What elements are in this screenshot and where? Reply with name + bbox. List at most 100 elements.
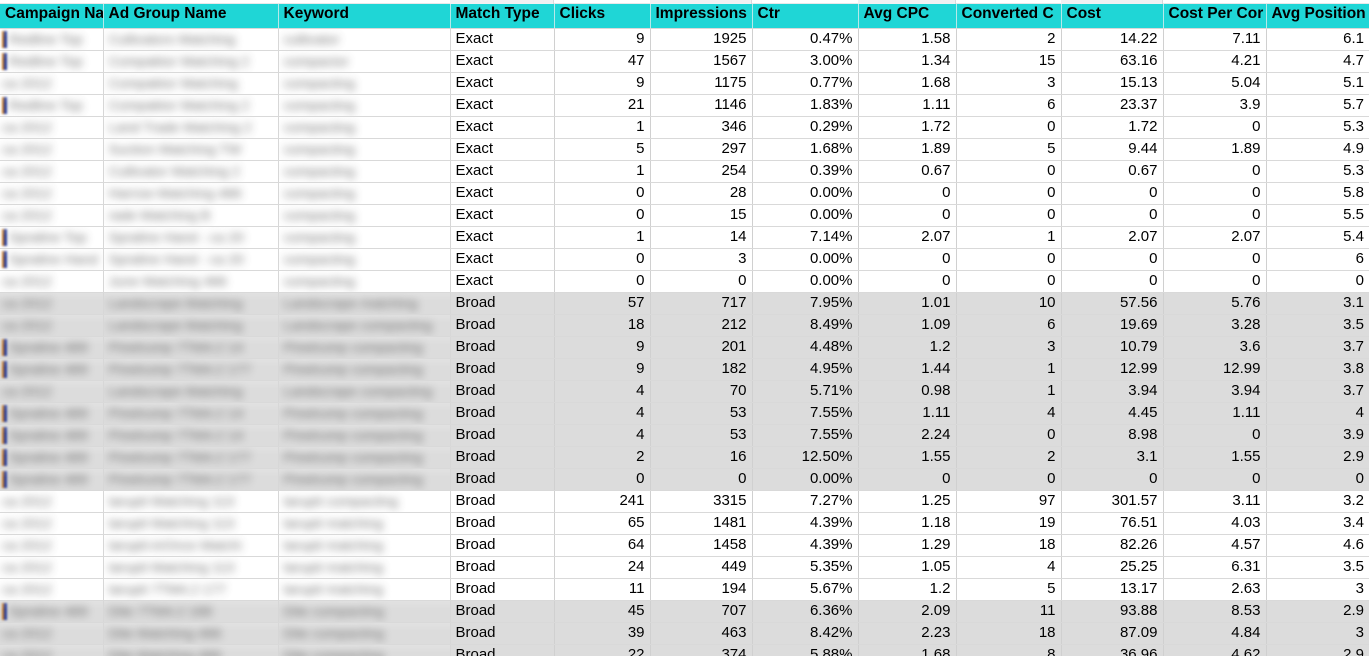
cell-avgcpc[interactable]: 2.23 [858,622,957,645]
cell-conv[interactable]: 2 [956,28,1062,51]
cell-avgcpc[interactable]: 0.98 [858,380,957,403]
cell-cpc_conv[interactable]: 4.84 [1163,622,1267,645]
cell-cost[interactable]: 0 [1061,248,1164,271]
cell-cpc_conv[interactable]: 4.03 [1163,512,1267,535]
cell-conv[interactable]: 0 [956,270,1062,293]
redacted-cell-adgroup[interactable]: tarupit Matching 113 [103,556,279,579]
table-row[interactable]: ca 2012 Landscrape Matching Landscrape mat… [0,292,1369,315]
cell-ctr[interactable]: 5.67% [752,578,859,601]
cell-cpc_conv[interactable]: 1.89 [1163,138,1267,161]
cell-match[interactable]: Broad [450,622,555,645]
cell-avgpos[interactable]: 3.9 [1266,424,1369,447]
column-header-keyword[interactable]: Keyword [278,0,451,29]
redacted-cell-keyword[interactable]: Landscrape matching [278,292,451,315]
cell-cpc_conv[interactable]: 0 [1163,182,1267,205]
table-row[interactable]: ca 2012 Cultivator Matching 2 compacting Ex… [0,160,1369,183]
cell-clicks[interactable]: 39 [554,622,651,645]
cell-conv[interactable]: 97 [956,490,1062,513]
cell-impr[interactable]: 182 [650,358,753,381]
cell-match[interactable]: Exact [450,204,555,227]
table-row[interactable]: Spraline 489 Pinetrump 7TM4.2 177 Pinetrum… [0,446,1369,469]
cell-clicks[interactable]: 0 [554,204,651,227]
cell-cpc_conv[interactable]: 3.9 [1163,94,1267,117]
cell-conv[interactable]: 2 [956,446,1062,469]
column-header-ctr[interactable]: Ctr [752,0,859,29]
cell-conv[interactable]: 4 [956,402,1062,425]
cell-avgcpc[interactable]: 1.29 [858,534,957,557]
cell-avgcpc[interactable]: 1.58 [858,28,957,51]
cell-avgpos[interactable]: 2.9 [1266,644,1369,656]
cell-cost[interactable]: 14.22 [1061,28,1164,51]
cell-avgpos[interactable]: 0 [1266,270,1369,293]
cell-impr[interactable]: 194 [650,578,753,601]
cell-impr[interactable]: 297 [650,138,753,161]
redacted-cell-adgroup[interactable]: Compaktor Matching 2 [103,50,279,73]
cell-impr[interactable]: 1175 [650,72,753,95]
cell-cpc_conv[interactable]: 0 [1163,204,1267,227]
cell-avgcpc[interactable]: 2.07 [858,226,957,249]
cell-ctr[interactable]: 12.50% [752,446,859,469]
redacted-cell-adgroup[interactable]: tarupit Matching 113 [103,490,279,513]
cell-clicks[interactable]: 5 [554,138,651,161]
cell-avgcpc[interactable]: 0 [858,204,957,227]
cell-impr[interactable]: 70 [650,380,753,403]
cell-match[interactable]: Exact [450,248,555,271]
column-header-campaign[interactable]: Campaign Na [0,0,104,29]
redacted-cell-campaign[interactable]: ca 2012 [0,182,104,205]
redacted-cell-keyword[interactable]: compacting [278,270,451,293]
cell-clicks[interactable]: 241 [554,490,651,513]
cell-conv[interactable]: 3 [956,72,1062,95]
table-row[interactable]: ca 2012 tarupit-inOnce Matchi tarupit matc… [0,534,1369,557]
redacted-cell-keyword[interactable]: Landscrape compacting [278,314,451,337]
cell-impr[interactable]: 16 [650,446,753,469]
cell-ctr[interactable]: 8.42% [752,622,859,645]
redacted-cell-adgroup[interactable]: Dite Matching 466 [103,622,279,645]
table-row[interactable]: ca 2012 Suction Matching TW compacting Exac… [0,138,1369,161]
cell-avgcpc[interactable]: 0.67 [858,160,957,183]
table-row[interactable]: Spraline 489 Pinetrump 7TM4.2 177 Pinetrum… [0,358,1369,381]
table-row[interactable]: Spraline Top Spraline Hand - ca 20 compact… [0,226,1369,249]
cell-ctr[interactable]: 0.00% [752,182,859,205]
redacted-cell-adgroup[interactable]: June Matching 466 [103,270,279,293]
cell-conv[interactable]: 1 [956,380,1062,403]
cell-cpc_conv[interactable]: 4.21 [1163,50,1267,73]
cell-avgpos[interactable]: 5.5 [1266,204,1369,227]
cell-avgpos[interactable]: 4.9 [1266,138,1369,161]
cell-avgcpc[interactable]: 1.25 [858,490,957,513]
cell-ctr[interactable]: 4.48% [752,336,859,359]
redacted-cell-keyword[interactable]: Pinetrump compacting [278,402,451,425]
redacted-cell-campaign[interactable]: ca 2012 [0,72,104,95]
cell-ctr[interactable]: 4.95% [752,358,859,381]
redacted-cell-adgroup[interactable]: Pinetrump 7TM4.2 14 [103,336,279,359]
cell-clicks[interactable]: 0 [554,270,651,293]
cell-cost[interactable]: 0 [1061,182,1164,205]
cell-match[interactable]: Exact [450,160,555,183]
cell-cpc_conv[interactable]: 3.11 [1163,490,1267,513]
redacted-cell-campaign[interactable]: Redline Top [0,50,104,73]
redacted-cell-adgroup[interactable]: Pinetrump 7TM4.2 177 [103,468,279,491]
cell-impr[interactable]: 717 [650,292,753,315]
redacted-cell-keyword[interactable]: compacting [278,116,451,139]
cell-impr[interactable]: 1567 [650,50,753,73]
cell-cpc_conv[interactable]: 8.53 [1163,600,1267,623]
cell-clicks[interactable]: 4 [554,424,651,447]
cell-avgpos[interactable]: 3.5 [1266,556,1369,579]
cell-impr[interactable]: 707 [650,600,753,623]
cell-match[interactable]: Broad [450,336,555,359]
cell-cpc_conv[interactable]: 2.63 [1163,578,1267,601]
cell-impr[interactable]: 1146 [650,94,753,117]
cell-impr[interactable]: 53 [650,402,753,425]
cell-cost[interactable]: 0 [1061,204,1164,227]
cell-cpc_conv[interactable]: 2.07 [1163,226,1267,249]
table-row[interactable]: Spraline 489 Pinetrump 7TM4.2 14 Pinetrump… [0,336,1369,359]
cell-cost[interactable]: 4.45 [1061,402,1164,425]
redacted-cell-adgroup[interactable]: Landscrape Matching [103,380,279,403]
cell-cpc_conv[interactable]: 5.04 [1163,72,1267,95]
cell-ctr[interactable]: 6.36% [752,600,859,623]
cell-clicks[interactable]: 47 [554,50,651,73]
cell-ctr[interactable]: 7.14% [752,226,859,249]
cell-match[interactable]: Broad [450,512,555,535]
redacted-cell-campaign[interactable]: Spraline 489 [0,600,104,623]
redacted-cell-campaign[interactable]: ca 2012 [0,380,104,403]
redacted-cell-adgroup[interactable]: Cultivators Matching [103,28,279,51]
